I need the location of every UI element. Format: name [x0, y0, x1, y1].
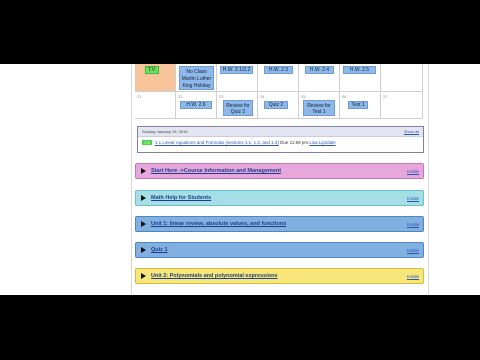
calendar-day[interactable]: 23 Review for Quiz 2	[217, 92, 258, 119]
folder-edit-link[interactable]: Inside	[407, 164, 419, 179]
announcement-body: 1.5 1.1 Linear equations and Formulas (s…	[138, 137, 423, 148]
course-panel: T.V. No Class Martin Luther King Holiday…	[131, 64, 429, 295]
calendar-day[interactable]: H.W. 2.1/2.2	[217, 64, 258, 92]
calendar-event[interactable]: H.W. 2.3	[264, 66, 293, 74]
expand-triangle-icon[interactable]	[141, 168, 146, 174]
assignment-link[interactable]: 1.1 Linear equations and Formulas (secti…	[155, 140, 279, 145]
folder-start-here[interactable]: Start Here ->Course Information and Mana…	[135, 163, 424, 179]
calendar-event[interactable]: H.W. 2.5	[343, 66, 376, 74]
calendar-day[interactable]: H.W. 2.3	[258, 64, 299, 92]
folder-title[interactable]: Unit 1: linear review, absolute values, …	[151, 217, 286, 232]
calendar-event[interactable]: Review for Quiz 2	[223, 100, 253, 116]
folder-title[interactable]: Quiz 1	[151, 243, 168, 258]
folder-edit-link[interactable]: Inside	[407, 191, 419, 206]
calendar-week-row: 21 22 H.W. 2.6 23 Review for Quiz 2 24 Q…	[135, 92, 423, 119]
calendar-day[interactable]: 25 Review for Test 1	[299, 92, 340, 119]
calendar-day[interactable]: 21	[135, 92, 176, 119]
teacher-link[interactable]: Lisa Lipsdale	[309, 140, 335, 145]
calendar-day[interactable]: 26 Test 1	[340, 92, 381, 119]
calendar-day[interactable]: 27	[381, 92, 423, 119]
day-number: 21	[137, 94, 142, 99]
folder-quiz-1[interactable]: Quiz 1 Inside	[135, 242, 424, 258]
calendar-event[interactable]: H.W. 2.6	[180, 101, 212, 109]
assignment-badge: 1.5	[142, 140, 152, 145]
expand-triangle-icon[interactable]	[141, 221, 146, 227]
calendar-day[interactable]: H.W. 2.4	[299, 64, 340, 92]
folder-title[interactable]: Start Here ->Course Information and Mana…	[151, 164, 281, 179]
calendar-day[interactable]: No Class Martin Luther King Holiday	[176, 64, 217, 92]
folder-unit-2[interactable]: Unit 2: Polynomials and polynomial expre…	[135, 268, 424, 284]
expand-triangle-icon[interactable]	[141, 273, 146, 279]
calendar-event[interactable]: Review for Test 1	[303, 100, 335, 116]
due-text: Due 11:59 pm	[280, 140, 309, 145]
day-number: 23	[219, 94, 224, 99]
folder-title[interactable]: Math Help for Students	[151, 191, 211, 206]
day-number: 27	[383, 94, 388, 99]
calendar-day[interactable]: H.W. 2.5	[340, 64, 381, 92]
announcement-date: Sunday January 15, 2016	[142, 129, 188, 134]
folder-unit-1[interactable]: Unit 1: linear review, absolute values, …	[135, 216, 424, 232]
day-number: 26	[342, 94, 347, 99]
calendar-event[interactable]: No Class Martin Luther King Holiday	[179, 66, 214, 90]
folder-edit-link[interactable]: Inside	[407, 269, 419, 284]
calendar-day[interactable]	[381, 64, 423, 92]
expand-triangle-icon[interactable]	[141, 247, 146, 253]
calendar-event[interactable]: Test 1	[348, 101, 368, 109]
calendar-event[interactable]: H.W. 2.4	[305, 66, 334, 74]
expand-triangle-icon[interactable]	[141, 195, 146, 201]
announcement-header: Sunday January 15, 2016 Show all	[138, 127, 423, 137]
calendar-event[interactable]: H.W. 2.1/2.2	[220, 66, 253, 74]
folder-title[interactable]: Unit 2: Polynomials and polynomial expre…	[151, 269, 278, 284]
calendar-day[interactable]: T.V.	[135, 64, 176, 92]
show-all-link[interactable]: Show all	[404, 127, 419, 136]
day-number: 24	[260, 94, 265, 99]
calendar-day[interactable]: 24 Quiz 2	[258, 92, 299, 119]
folder-math-help[interactable]: Math Help for Students Inside	[135, 190, 424, 206]
calendar-day[interactable]: 22 H.W. 2.6	[176, 92, 217, 119]
calendar-event[interactable]: Quiz 2	[264, 101, 288, 109]
folder-edit-link[interactable]: Inside	[407, 243, 419, 258]
announcement-box: Sunday January 15, 2016 Show all 1.5 1.1…	[137, 126, 424, 153]
calendar: T.V. No Class Martin Luther King Holiday…	[135, 64, 423, 120]
calendar-event[interactable]: T.V.	[145, 66, 159, 74]
calendar-week-row: T.V. No Class Martin Luther King Holiday…	[135, 64, 423, 92]
folder-edit-link[interactable]: Inside	[407, 217, 419, 232]
day-number: 22	[178, 94, 183, 99]
course-page: T.V. No Class Martin Luther King Holiday…	[0, 64, 480, 295]
day-number: 25	[301, 94, 306, 99]
